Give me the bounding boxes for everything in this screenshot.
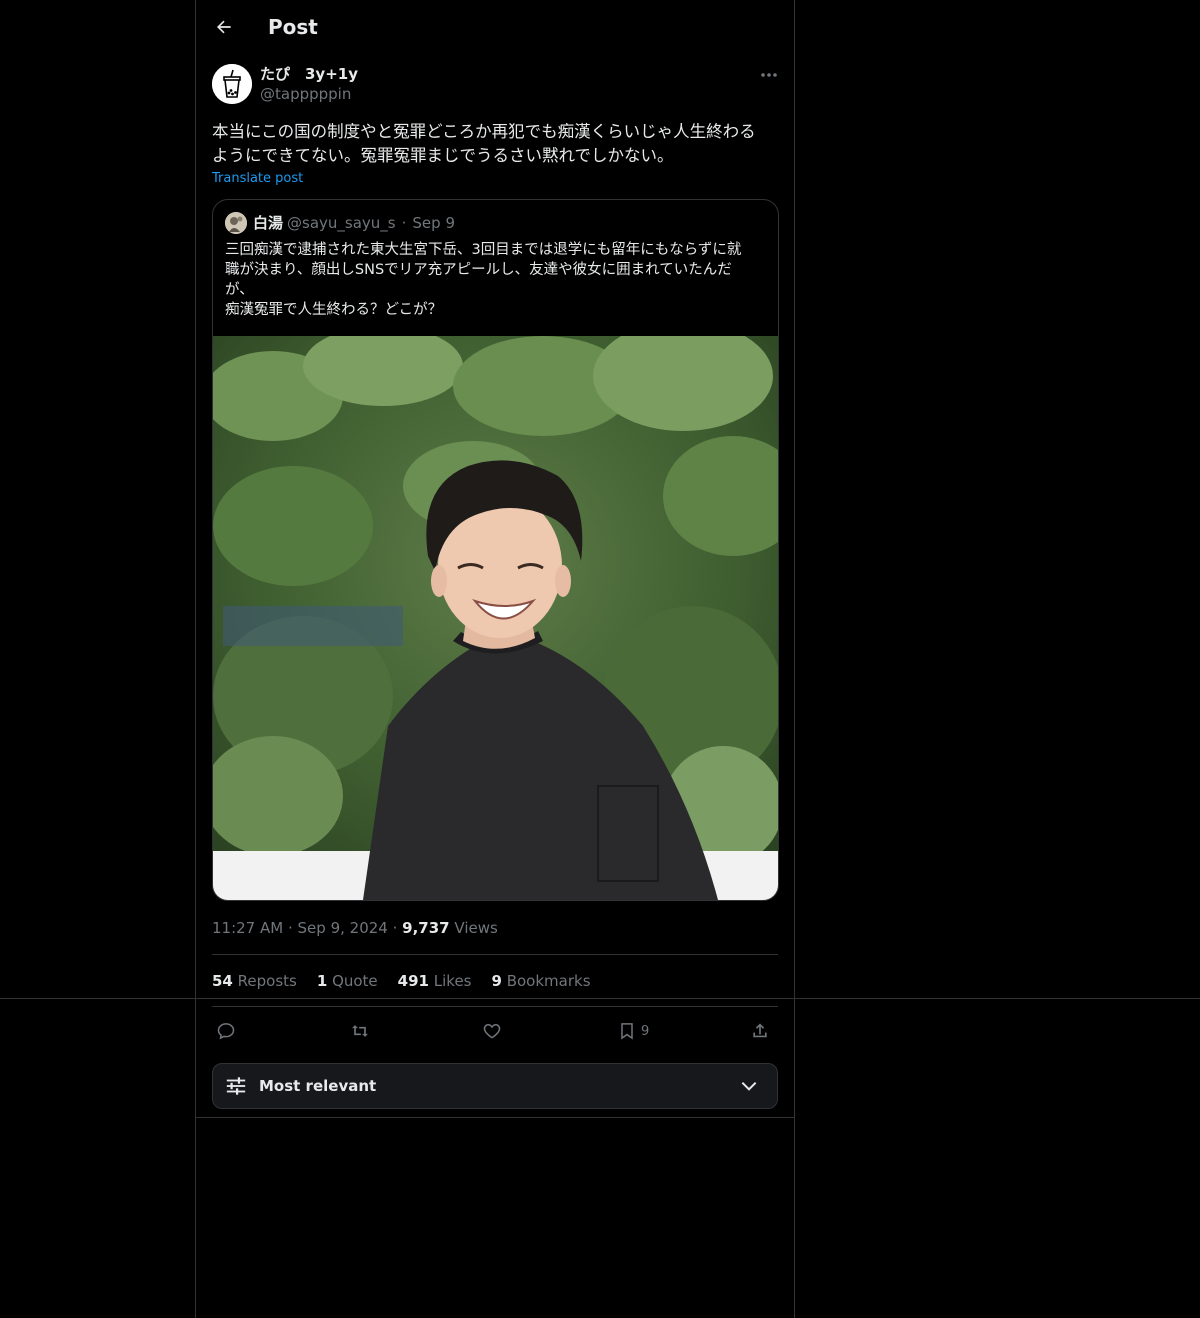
quoted-post[interactable]: 白湯 @sayu_sayu_s · Sep 9 三回痴漢で逮捕された東大生宮下岳… xyxy=(212,199,779,901)
likes-count: 491 xyxy=(397,972,429,990)
divider xyxy=(212,1006,778,1007)
quote-count: 1 xyxy=(316,972,328,990)
heart-icon xyxy=(483,1023,501,1039)
quote-handle: @sayu_sayu_s xyxy=(287,214,396,232)
bookmark-button[interactable]: 9 xyxy=(617,1019,649,1043)
quote-label: Quote xyxy=(332,972,378,990)
author-avatar[interactable] xyxy=(212,64,252,104)
likes-stat[interactable]: 491 Likes xyxy=(398,971,472,991)
page-header: Post xyxy=(212,12,318,42)
translate-post-link[interactable]: Translate post xyxy=(212,171,303,186)
bubble-tea-icon xyxy=(212,64,252,104)
meta-separator: · xyxy=(392,919,403,937)
filter-sliders-icon xyxy=(225,1075,247,1097)
divider xyxy=(212,954,778,955)
reply-icon xyxy=(217,1023,235,1040)
author-handle[interactable]: @tapppppin xyxy=(260,84,358,104)
bookmarks-label: Bookmarks xyxy=(506,972,591,990)
post-stats: 54 Reposts 1 Quote 491 Likes 9 Bookmarks xyxy=(212,971,591,991)
quote-text: 三回痴漢で逮捕された東大生宮下岳、3回目までは退学にも留年にもならずに就 職が決… xyxy=(225,242,742,318)
quote-separator: · xyxy=(401,214,407,232)
post-text: 本当にこの国の制度やと冤罪どころか再犯でも痴漢くらいじゃ人生終わる ようにできて… xyxy=(212,122,756,165)
more-dots-icon xyxy=(761,73,777,77)
quote-header: 白湯 @sayu_sayu_s · Sep 9 xyxy=(225,212,455,234)
quotes-stat[interactable]: 1 Quote xyxy=(317,971,378,991)
quote-media-photo[interactable] xyxy=(213,336,778,900)
quote-date: Sep 9 xyxy=(412,214,455,232)
post-meta: 11:27 AM · Sep 9, 2024 · 9,737 Views xyxy=(212,918,498,938)
back-button[interactable] xyxy=(212,15,236,39)
bookmark-icon xyxy=(621,1023,633,1040)
author-block: たぴ 3y+1y @tapppppin xyxy=(260,64,358,104)
post-date[interactable]: Sep 9, 2024 xyxy=(298,919,388,937)
reply-sort-dropdown[interactable]: Most relevant xyxy=(212,1063,778,1109)
divider xyxy=(196,1117,794,1118)
likes-label: Likes xyxy=(433,972,472,990)
share-button[interactable] xyxy=(750,1019,770,1043)
views-label: Views xyxy=(454,919,498,937)
more-button[interactable] xyxy=(758,66,780,84)
action-bar: 9 xyxy=(212,1019,778,1043)
reposts-stat[interactable]: 54 Reposts xyxy=(212,971,297,991)
share-icon xyxy=(753,1023,767,1038)
sort-label: Most relevant xyxy=(259,1077,377,1095)
bookmarks-stat[interactable]: 9 Bookmarks xyxy=(492,971,591,991)
reposts-count: 54 xyxy=(212,972,233,990)
bookmark-count: 9 xyxy=(641,1023,650,1039)
quote-avatar-image-icon xyxy=(225,212,247,234)
author-display-name[interactable]: たぴ 3y+1y xyxy=(260,64,358,84)
post-time[interactable]: 11:27 AM xyxy=(212,919,283,937)
bookmarks-count: 9 xyxy=(491,972,502,990)
like-button[interactable] xyxy=(482,1019,502,1043)
arrow-left-icon xyxy=(217,20,231,34)
meta-separator: · xyxy=(287,919,298,937)
quote-avatar xyxy=(225,212,247,234)
repost-icon xyxy=(352,1025,368,1037)
chevron-down-icon xyxy=(739,1076,759,1096)
reply-button[interactable] xyxy=(216,1019,236,1043)
page-title: Post xyxy=(268,15,318,39)
post-column: Post たぴ 3y+1y @tapppppin 本当にこの国の制度やと冤罪どこ… xyxy=(195,0,795,1318)
views-count: 9,737 xyxy=(402,919,450,937)
photo-image xyxy=(213,336,778,900)
repost-button[interactable] xyxy=(349,1019,371,1043)
reposts-label: Reposts xyxy=(237,972,297,990)
quote-display-name: 白湯 xyxy=(253,214,284,232)
